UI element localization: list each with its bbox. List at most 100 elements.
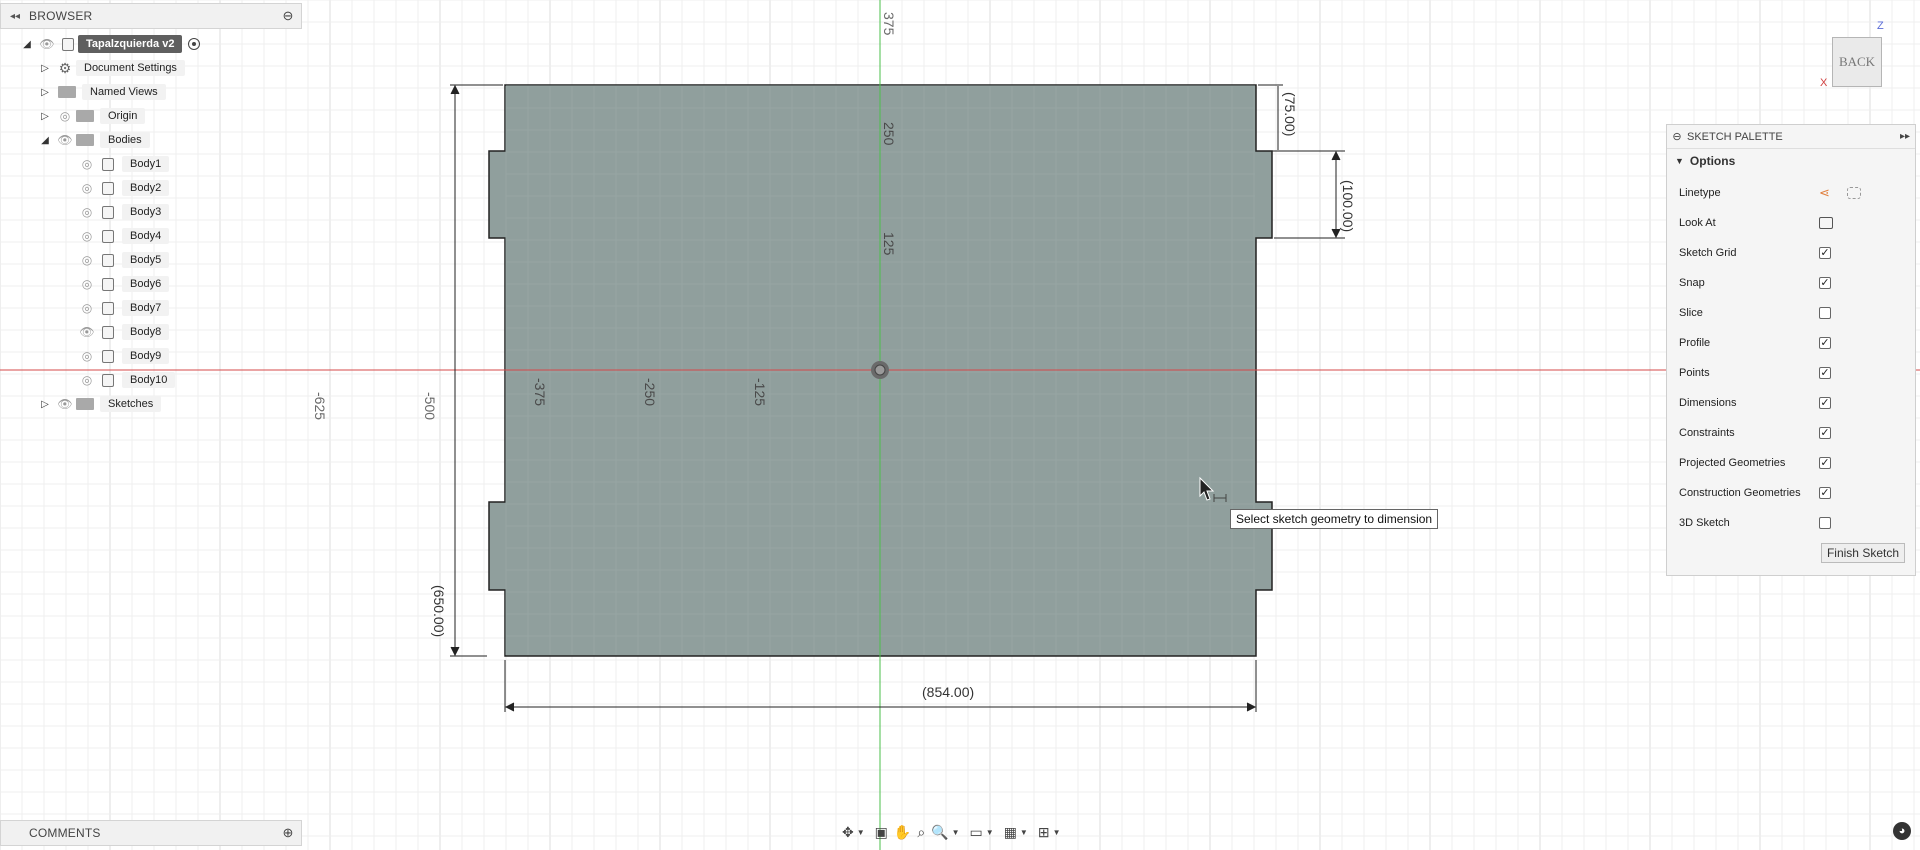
checkbox[interactable]: ✓: [1819, 487, 1831, 499]
tree-item-origin[interactable]: ▷ ◎ Origin: [36, 105, 146, 127]
activate-radio-icon[interactable]: [188, 38, 201, 50]
visibility-eye-icon[interactable]: 👁: [54, 133, 76, 147]
hidden-eye-icon[interactable]: ◎: [76, 277, 98, 291]
expand-palette-icon[interactable]: ▸▸: [1895, 131, 1915, 142]
hidden-eye-icon[interactable]: ◎: [76, 349, 98, 363]
checkbox[interactable]: ✓: [1819, 337, 1831, 349]
checkbox[interactable]: ✓: [1819, 367, 1831, 379]
palette-row[interactable]: Look At: [1679, 213, 1904, 233]
chevron-down-icon[interactable]: ▼: [1020, 828, 1028, 837]
palette-row[interactable]: Profile ✓: [1679, 333, 1904, 353]
tree-item-body[interactable]: ◎ Body10: [76, 369, 176, 391]
palette-row[interactable]: Sketch Grid ✓: [1679, 243, 1904, 263]
construction-linetype-icon[interactable]: [1847, 187, 1861, 199]
browser-minimize-icon[interactable]: ⊖: [275, 8, 301, 24]
palette-row[interactable]: Snap ✓: [1679, 273, 1904, 293]
dimension-notch-height[interactable]: [1274, 150, 1345, 239]
palette-row[interactable]: 3D Sketch: [1679, 513, 1904, 533]
tree-item-named-views[interactable]: ▷ Named Views: [36, 81, 166, 103]
palette-row[interactable]: Points ✓: [1679, 363, 1904, 383]
expanded-triangle-icon[interactable]: ◢: [36, 135, 54, 146]
palette-row[interactable]: Dimensions ✓: [1679, 393, 1904, 413]
collapse-browser-icon[interactable]: ◂◂: [1, 11, 29, 22]
view-cube[interactable]: Z BACK X: [1820, 20, 1890, 95]
tree-item-body[interactable]: ◎ Body6: [76, 273, 170, 295]
collapsed-triangle-icon[interactable]: ▷: [36, 63, 54, 74]
add-comment-icon[interactable]: ⊕: [275, 825, 301, 841]
tree-root[interactable]: ◢ 👁 Tapalzquierda v2: [18, 33, 201, 55]
hidden-eye-icon[interactable]: ◎: [76, 157, 98, 171]
look-at-icon[interactable]: ▣: [875, 824, 888, 841]
tree-item-sketches[interactable]: ▷ 👁 Sketches: [36, 393, 162, 415]
palette-row[interactable]: Projected Geometries ✓: [1679, 453, 1904, 473]
body-label: Body1: [122, 156, 170, 172]
hidden-eye-icon[interactable]: ◎: [76, 301, 98, 315]
tree-item-body[interactable]: 👁 Body8: [76, 321, 170, 343]
hidden-eye-icon[interactable]: ◎: [76, 253, 98, 267]
chevron-down-icon[interactable]: ▼: [1053, 828, 1061, 837]
look-at-icon[interactable]: [1819, 217, 1833, 229]
tree-item-body[interactable]: ◎ Body4: [76, 225, 170, 247]
tree-item-body[interactable]: ◎ Body3: [76, 201, 170, 223]
hidden-eye-icon[interactable]: ◎: [54, 109, 76, 123]
tree-item-bodies[interactable]: ◢ 👁 Bodies: [36, 129, 150, 151]
checkbox[interactable]: ✓: [1819, 397, 1831, 409]
viewports-icon[interactable]: ⊞: [1038, 824, 1050, 841]
tree-item-body[interactable]: ◎ Body5: [76, 249, 170, 271]
expanded-triangle-icon[interactable]: ◢: [18, 39, 36, 50]
zoom-icon[interactable]: ⌕: [917, 824, 925, 841]
orbit-icon[interactable]: ✥: [842, 824, 854, 841]
checkbox[interactable]: ✓: [1819, 457, 1831, 469]
normal-linetype-icon[interactable]: ⋖: [1819, 185, 1833, 201]
origin-point[interactable]: [871, 361, 889, 379]
checkbox[interactable]: ✓: [1819, 277, 1831, 289]
options-section-header[interactable]: ▼ Options: [1667, 149, 1915, 173]
checkbox[interactable]: [1819, 517, 1831, 529]
checkbox[interactable]: [1819, 307, 1831, 319]
finish-sketch-button[interactable]: Finish Sketch: [1820, 543, 1905, 563]
dimension-total-width-value[interactable]: (854.00): [922, 684, 974, 700]
display-settings-icon[interactable]: ▭: [970, 824, 983, 841]
z-axis-label: Z: [1877, 20, 1884, 32]
tree-item-document-settings[interactable]: ▷ ⚙ Document Settings: [36, 57, 185, 79]
tree-item-body[interactable]: ◎ Body7: [76, 297, 170, 319]
palette-row[interactable]: Construction Geometries ✓: [1679, 483, 1904, 503]
pan-icon[interactable]: ✋: [894, 824, 911, 841]
palette-row[interactable]: Linetype ⋖: [1679, 183, 1904, 203]
visibility-eye-icon[interactable]: 👁: [36, 37, 58, 51]
palette-header[interactable]: ⊖ SKETCH PALETTE ▸▸: [1667, 125, 1915, 149]
view-cube-face-back[interactable]: BACK: [1832, 37, 1882, 87]
chevron-down-icon[interactable]: ▼: [857, 828, 865, 837]
x-label-neg375: -375: [532, 378, 548, 406]
palette-row[interactable]: Constraints ✓: [1679, 423, 1904, 443]
grid-settings-icon[interactable]: ▦: [1004, 824, 1017, 841]
hidden-eye-icon[interactable]: ◎: [76, 373, 98, 387]
collapsed-triangle-icon[interactable]: ▷: [36, 111, 54, 122]
dimension-notch-height-value[interactable]: (100.00): [1340, 180, 1356, 232]
tree-item-body[interactable]: ◎ Body1: [76, 153, 170, 175]
visibility-eye-icon[interactable]: 👁: [54, 397, 76, 411]
chevron-down-icon[interactable]: ▼: [952, 828, 960, 837]
dimension-total-height-value[interactable]: (650.00): [431, 585, 447, 637]
tree-item-body[interactable]: ◎ Body9: [76, 345, 170, 367]
palette-row[interactable]: Slice: [1679, 303, 1904, 323]
design-canvas[interactable]: -625 -500 -375 -250 -125 375 250 125 (65…: [0, 0, 1920, 850]
dimension-tab-height-value[interactable]: (75.00): [1282, 92, 1298, 136]
tree-item-body[interactable]: ◎ Body2: [76, 177, 170, 199]
hidden-eye-icon[interactable]: ◎: [76, 181, 98, 195]
visibility-eye-icon[interactable]: 👁: [76, 325, 98, 339]
browser-header[interactable]: ◂◂ BROWSER ⊖: [0, 3, 302, 29]
checkbox[interactable]: ✓: [1819, 427, 1831, 439]
collapsed-triangle-icon[interactable]: ▷: [36, 399, 54, 410]
dimension-tab-height[interactable]: [1258, 84, 1283, 152]
minimize-icon[interactable]: ⊖: [1667, 130, 1687, 143]
comments-header[interactable]: COMMENTS ⊕: [0, 820, 302, 846]
hidden-eye-icon[interactable]: ◎: [76, 205, 98, 219]
chevron-down-icon[interactable]: ▼: [986, 828, 994, 837]
help-icon[interactable]: ◕: [1893, 822, 1911, 840]
zoom-window-icon[interactable]: 🔍: [931, 824, 948, 841]
collapsed-triangle-icon[interactable]: ▷: [36, 87, 54, 98]
x-axis-label: X: [1820, 77, 1828, 89]
checkbox[interactable]: ✓: [1819, 247, 1831, 259]
hidden-eye-icon[interactable]: ◎: [76, 229, 98, 243]
